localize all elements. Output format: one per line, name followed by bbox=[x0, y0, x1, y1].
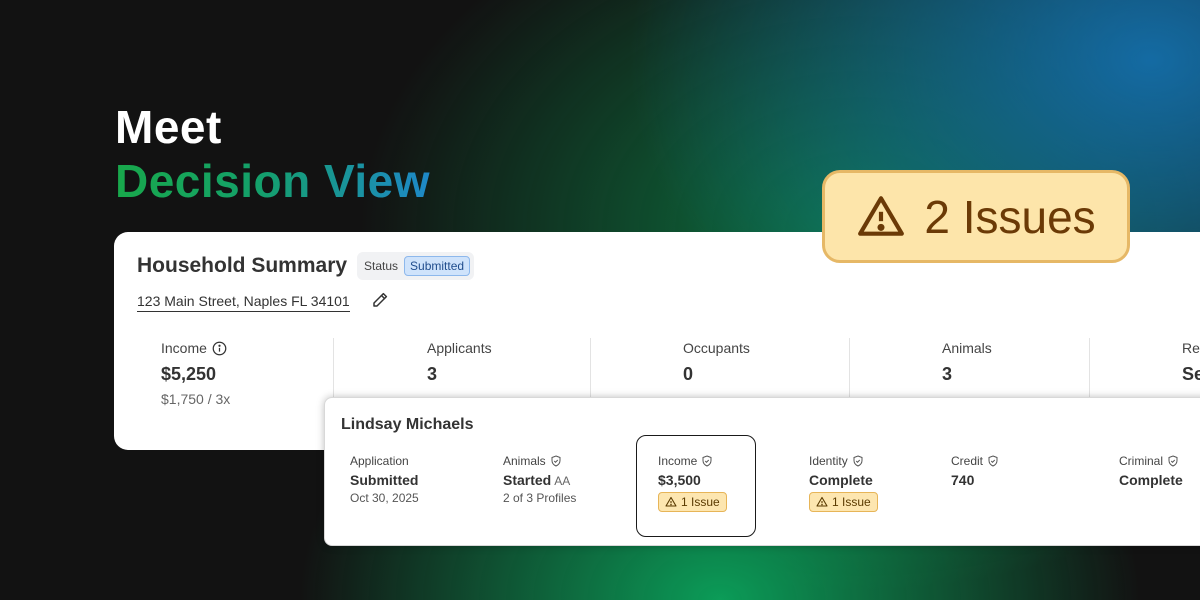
stat-income-value: $5,250 bbox=[161, 364, 217, 384]
hero-heading: Meet Decision View bbox=[115, 100, 430, 208]
info-icon[interactable] bbox=[212, 341, 227, 356]
pencil-icon[interactable] bbox=[371, 291, 389, 309]
col-application-label: Application bbox=[350, 454, 409, 468]
col-animals-label: Animals bbox=[503, 454, 546, 468]
warning-icon bbox=[816, 496, 828, 507]
stat-income-sub: $1,750 / 3x bbox=[161, 391, 231, 407]
stat-applicants-label: Applicants bbox=[427, 340, 492, 356]
col-criminal: Criminal Complete bbox=[1119, 454, 1183, 488]
stat-truncated-value: Se bbox=[1182, 364, 1200, 384]
stat-income-label: Income bbox=[161, 340, 207, 356]
stat-income: Income $5,250 $1,750 / 3x bbox=[161, 340, 230, 407]
shield-check-icon bbox=[702, 455, 712, 467]
hero-line-meet: Meet bbox=[115, 101, 222, 153]
col-animals-value: Started bbox=[503, 472, 552, 488]
status-label: Status bbox=[364, 259, 399, 273]
stat-animals-value: 3 bbox=[942, 364, 953, 384]
shield-check-icon bbox=[1168, 455, 1178, 467]
stat-animals-label: Animals bbox=[942, 340, 992, 356]
stat-occupants: Occupants 0 bbox=[683, 340, 750, 385]
col-credit-label: Credit bbox=[951, 454, 984, 468]
shield-check-icon bbox=[853, 455, 863, 467]
applicant-card: Lindsay Michaels Application Submitted O… bbox=[324, 397, 1200, 546]
col-criminal-label: Criminal bbox=[1119, 454, 1164, 468]
warning-icon bbox=[858, 195, 905, 236]
col-income[interactable]: Income $3,500 1 Issue bbox=[658, 454, 727, 513]
address-link[interactable]: 123 Main Street, Naples FL 34101 bbox=[137, 293, 350, 312]
identity-issue-text: 1 Issue bbox=[832, 495, 871, 509]
col-identity: Identity Complete 1 Issue bbox=[809, 454, 878, 513]
col-application: Application Submitted Oct 30, 2025 bbox=[350, 454, 419, 505]
status-group: Status Submitted bbox=[357, 252, 475, 280]
applicant-name: Lindsay Michaels bbox=[341, 416, 474, 433]
col-credit-value: 740 bbox=[951, 472, 975, 488]
col-application-sub: Oct 30, 2025 bbox=[350, 491, 419, 505]
col-animals-sub: 2 of 3 Profiles bbox=[503, 491, 577, 505]
status-badge: Submitted bbox=[404, 256, 471, 276]
stat-animals: Animals 3 bbox=[942, 340, 992, 385]
col-criminal-value: Complete bbox=[1119, 472, 1183, 488]
stat-truncated-label: Re bbox=[1182, 340, 1200, 356]
shield-check-icon bbox=[551, 455, 561, 467]
income-issue-badge[interactable]: 1 Issue bbox=[658, 492, 727, 512]
identity-issue-badge[interactable]: 1 Issue bbox=[809, 492, 878, 512]
col-animals-suffix: AA bbox=[554, 474, 571, 488]
stat-applicants: Applicants 3 bbox=[427, 340, 492, 385]
stat-occupants-value: 0 bbox=[683, 364, 694, 384]
col-identity-value: Complete bbox=[809, 472, 873, 488]
household-summary-title: Household Summary bbox=[137, 254, 348, 277]
stat-occupants-label: Occupants bbox=[683, 340, 750, 356]
col-application-value: Submitted bbox=[350, 472, 419, 488]
stat-truncated: Re Se bbox=[1182, 340, 1200, 385]
stat-applicants-value: 3 bbox=[427, 364, 438, 384]
col-identity-label: Identity bbox=[809, 454, 848, 468]
col-animals: Animals Started AA 2 of 3 Profiles bbox=[503, 454, 576, 505]
hero-line-decision-view: Decision View bbox=[115, 155, 431, 207]
issues-summary-badge[interactable]: 2 Issues bbox=[822, 170, 1130, 263]
col-income-value: $3,500 bbox=[658, 472, 701, 488]
shield-check-icon bbox=[988, 455, 998, 467]
warning-icon bbox=[665, 496, 677, 507]
income-issue-text: 1 Issue bbox=[681, 495, 720, 509]
issues-summary-text: 2 Issues bbox=[924, 190, 1096, 243]
col-credit: Credit 740 bbox=[951, 454, 999, 488]
col-income-label: Income bbox=[658, 454, 698, 468]
